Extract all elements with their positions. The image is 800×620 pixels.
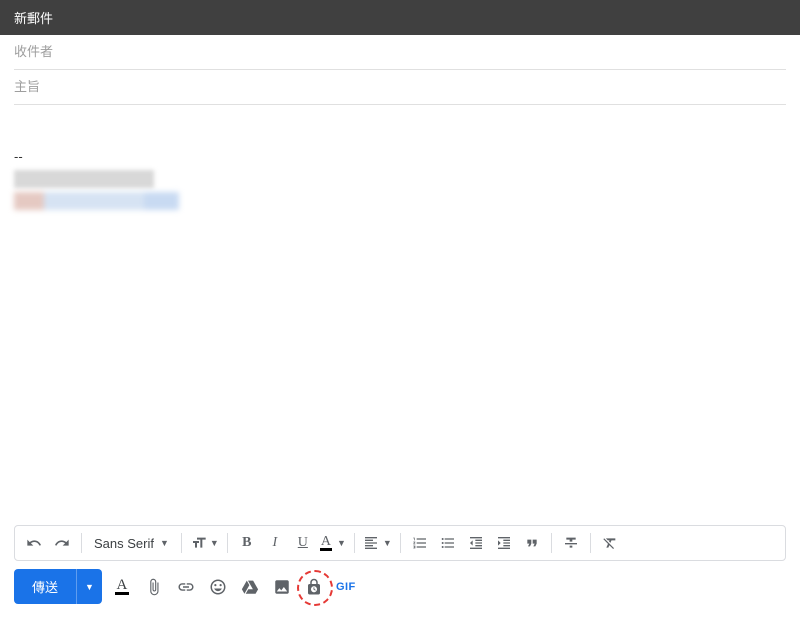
text-color-icon: A	[320, 536, 332, 551]
message-body[interactable]: --	[0, 105, 800, 525]
undo-button[interactable]	[21, 530, 47, 556]
confidential-mode-button[interactable]	[304, 577, 324, 597]
insert-link-button[interactable]	[176, 577, 196, 597]
subject-input[interactable]	[14, 79, 786, 94]
font-family-dropdown[interactable]: Sans Serif ▼	[88, 536, 175, 551]
indent-less-button[interactable]	[463, 530, 489, 556]
redo-button[interactable]	[49, 530, 75, 556]
gif-label: GIF	[336, 581, 356, 593]
formatting-options-button[interactable]: A	[112, 577, 132, 597]
compose-title: 新郵件	[14, 11, 53, 26]
font-size-dropdown[interactable]: ▼	[188, 530, 221, 556]
toolbar-divider	[400, 533, 401, 553]
toolbar-divider	[354, 533, 355, 553]
chevron-down-icon: ▼	[383, 538, 392, 548]
text-color-dropdown[interactable]: A ▼	[318, 530, 348, 556]
chevron-down-icon: ▼	[160, 538, 169, 548]
signature-divider: --	[14, 149, 786, 164]
quote-button[interactable]	[519, 530, 545, 556]
header-fields	[0, 35, 800, 105]
send-options-dropdown[interactable]: ▼	[76, 569, 102, 604]
underline-button[interactable]: U	[290, 530, 316, 556]
lock-clock-icon	[305, 578, 323, 596]
bottom-action-bar: 傳送 ▼ A GIF	[0, 569, 800, 618]
emoji-icon	[209, 578, 227, 596]
compose-header: 新郵件	[0, 0, 800, 35]
insert-emoji-button[interactable]	[208, 577, 228, 597]
toolbar-divider	[81, 533, 82, 553]
toolbar-divider	[227, 533, 228, 553]
insert-drive-button[interactable]	[240, 577, 260, 597]
to-input[interactable]	[14, 44, 786, 59]
chevron-down-icon: ▼	[210, 538, 219, 548]
link-icon	[177, 578, 195, 596]
italic-button[interactable]: I	[262, 530, 288, 556]
formatting-toolbar: Sans Serif ▼ ▼ B I U A ▼ ▼	[14, 525, 786, 561]
subject-field-row	[14, 70, 786, 105]
indent-more-button[interactable]	[491, 530, 517, 556]
toolbar-divider	[181, 533, 182, 553]
drive-icon	[241, 578, 259, 596]
chevron-down-icon: ▼	[337, 538, 346, 548]
paperclip-icon	[145, 578, 163, 596]
toolbar-divider	[590, 533, 591, 553]
insert-gif-button[interactable]: GIF	[336, 577, 356, 597]
insert-photo-button[interactable]	[272, 577, 292, 597]
image-icon	[273, 578, 291, 596]
numbered-list-button[interactable]	[407, 530, 433, 556]
compose-actions: A GIF	[112, 577, 356, 597]
font-family-label: Sans Serif	[94, 536, 154, 551]
bulleted-list-button[interactable]	[435, 530, 461, 556]
attach-file-button[interactable]	[144, 577, 164, 597]
signature-line-redacted	[14, 170, 154, 188]
to-field-row	[14, 35, 786, 70]
remove-formatting-button[interactable]	[597, 530, 623, 556]
bold-button[interactable]: B	[234, 530, 260, 556]
send-button-group: 傳送 ▼	[14, 569, 102, 604]
send-button[interactable]: 傳送	[14, 569, 76, 604]
toolbar-divider	[551, 533, 552, 553]
strikethrough-button[interactable]	[558, 530, 584, 556]
signature-line-redacted	[14, 192, 786, 210]
align-dropdown[interactable]: ▼	[361, 530, 394, 556]
